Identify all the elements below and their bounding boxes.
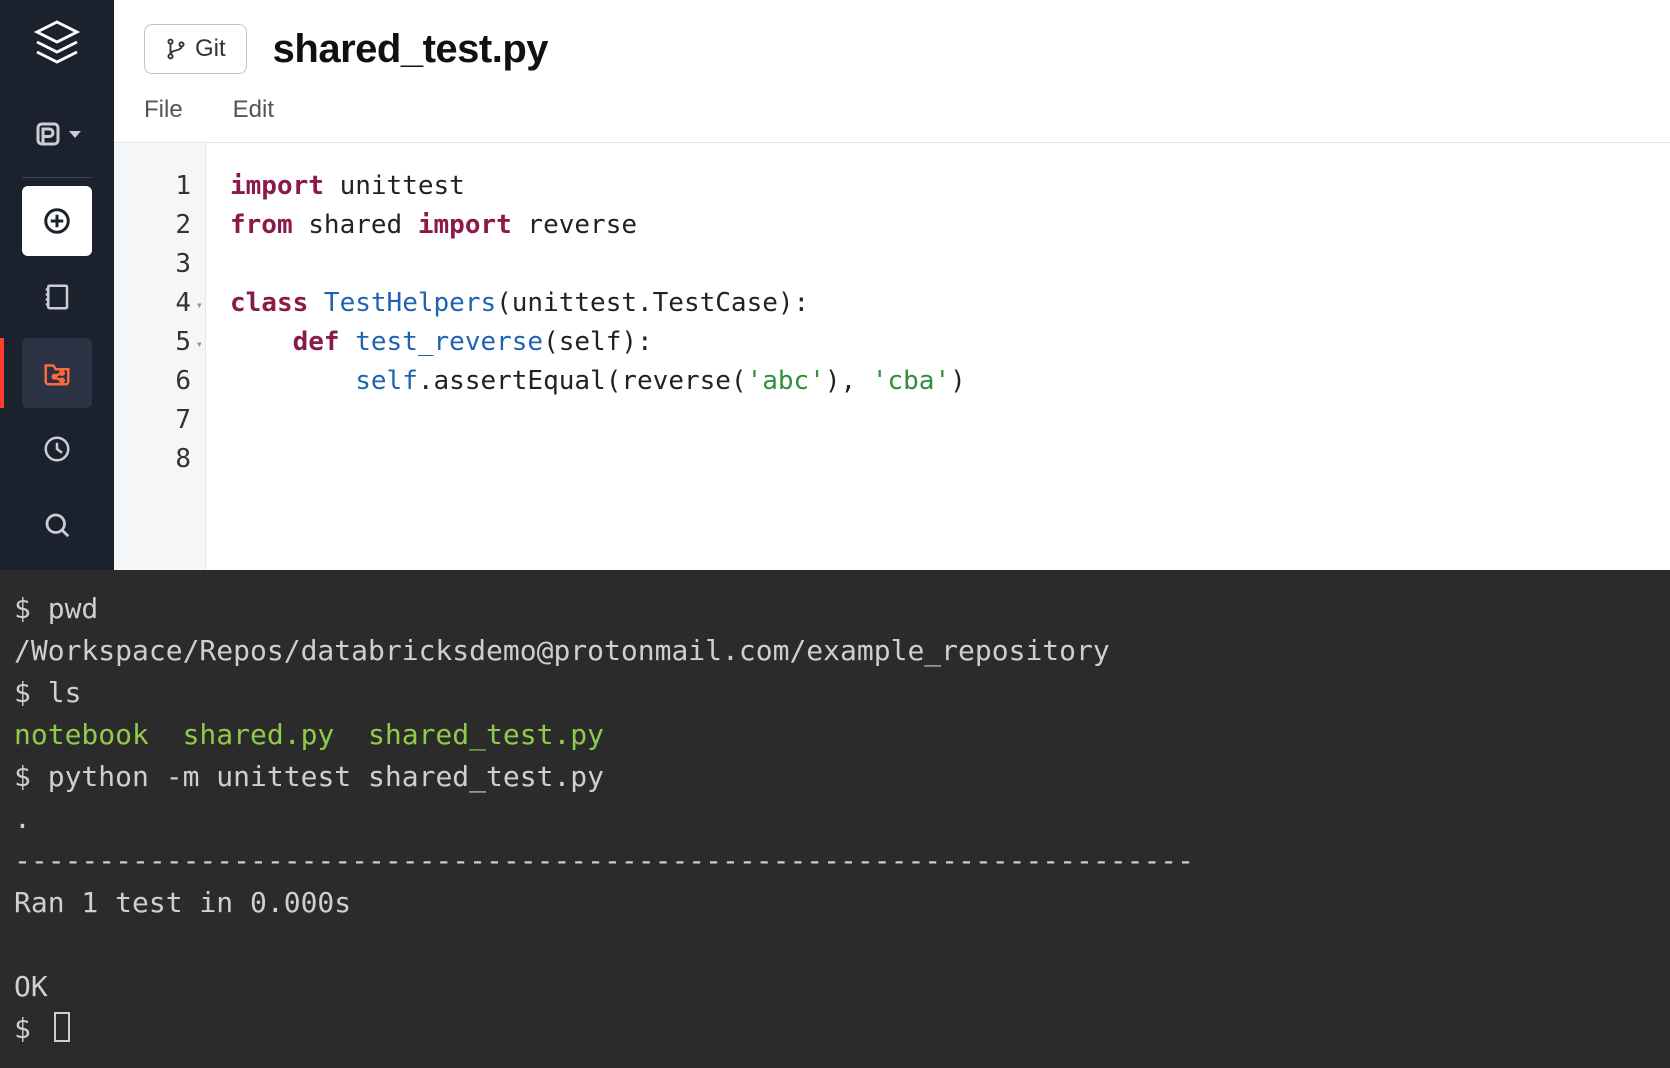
terminal-cursor [54,1012,70,1042]
sidebar-item-data[interactable] [22,99,92,169]
chevron-down-icon [69,131,81,138]
line-number[interactable]: 6 [114,362,191,401]
line-number[interactable]: 5 [114,323,191,362]
logo-icon [33,18,81,71]
git-branch-icon [165,38,187,60]
editor-region: Git shared_test.py File Edit 1 2 3 4 5 6… [114,0,1670,570]
git-button-label: Git [195,35,226,63]
line-number[interactable]: 2 [114,206,191,245]
sidebar-item-new[interactable] [22,186,92,256]
line-number[interactable]: 4 [114,284,191,323]
code-content[interactable]: import unittest from shared import rever… [206,143,1670,570]
git-button[interactable]: Git [144,24,247,74]
sidebar-item-search[interactable] [22,490,92,560]
sidebar-item-repos[interactable] [22,338,92,408]
sidebar [0,0,114,570]
titlebar: Git shared_test.py [114,0,1670,92]
line-number[interactable]: 1 [114,167,191,206]
menubar: File Edit [114,92,1670,143]
sidebar-item-recent[interactable] [22,414,92,484]
menu-file[interactable]: File [144,96,183,124]
line-number[interactable]: 3 [114,245,191,284]
code-area: 1 2 3 4 5 6 7 8 import unittest from sha… [114,143,1670,570]
page-title: shared_test.py [273,27,548,72]
sidebar-item-notebook[interactable] [22,262,92,332]
line-gutter: 1 2 3 4 5 6 7 8 [114,143,206,570]
top-region: Git shared_test.py File Edit 1 2 3 4 5 6… [0,0,1670,570]
sidebar-separator [22,177,92,178]
menu-edit[interactable]: Edit [233,96,274,124]
line-number[interactable]: 7 [114,401,191,440]
line-number[interactable]: 8 [114,440,191,479]
terminal[interactable]: $ pwd /Workspace/Repos/databricksdemo@pr… [0,570,1670,1068]
